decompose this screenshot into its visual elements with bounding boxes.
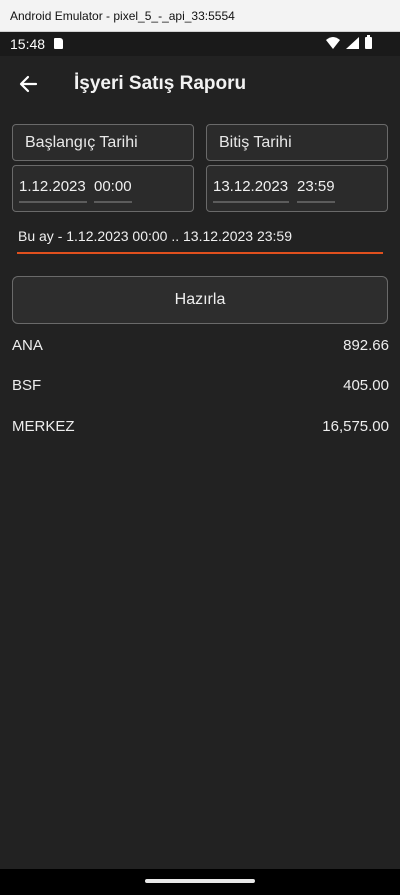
- result-name: MERKEZ: [12, 418, 75, 435]
- signal-icon: [346, 37, 359, 49]
- result-name: BSF: [12, 377, 42, 394]
- result-row-ana: ANA 892.66: [12, 337, 389, 361]
- window-title: Android Emulator - pixel_5_-_api_33:5554: [10, 9, 235, 23]
- date-range-selector[interactable]: Bu ay - 1.12.2023 00:00 .. 13.12.2023 23…: [18, 228, 292, 244]
- wifi-icon: [326, 37, 340, 49]
- navigation-bar: [0, 869, 400, 895]
- result-value: 892.66: [343, 337, 389, 354]
- start-date-box: 1.12.2023 00:00: [12, 165, 194, 212]
- app-bar: İşyeri Satış Raporu: [0, 56, 400, 112]
- sd-card-icon: [54, 38, 63, 49]
- result-value: 16,575.00: [322, 418, 389, 435]
- home-gesture-handle[interactable]: [145, 879, 255, 883]
- result-value: 405.00: [343, 377, 389, 394]
- result-row-merkez: MERKEZ 16,575.00: [12, 418, 389, 442]
- end-date-label: Bitiş Tarihi: [219, 134, 292, 151]
- end-date-label-box: Bitiş Tarihi: [206, 124, 388, 161]
- prepare-button[interactable]: Hazırla: [12, 276, 388, 324]
- start-date-input[interactable]: 1.12.2023: [19, 177, 87, 203]
- status-time: 15:48: [10, 36, 46, 52]
- date-range-underline: [17, 252, 383, 254]
- battery-icon: [365, 35, 372, 49]
- back-arrow-icon[interactable]: [16, 72, 42, 96]
- end-time-input[interactable]: 23:59: [297, 177, 335, 203]
- result-name: ANA: [12, 337, 43, 354]
- result-row-bsf: BSF 405.00: [12, 377, 389, 401]
- emulator-title-bar: Android Emulator - pixel_5_-_api_33:5554: [0, 0, 400, 32]
- start-time-input[interactable]: 00:00: [94, 177, 132, 203]
- status-icons: [326, 35, 372, 49]
- start-date-label-box: Başlangıç Tarihi: [12, 124, 194, 161]
- status-bar: 15:48: [0, 32, 400, 56]
- start-date-label: Başlangıç Tarihi: [25, 134, 138, 151]
- end-date-box: 13.12.2023 23:59: [206, 165, 388, 212]
- end-date-input[interactable]: 13.12.2023: [213, 177, 289, 203]
- page-title: İşyeri Satış Raporu: [74, 73, 247, 94]
